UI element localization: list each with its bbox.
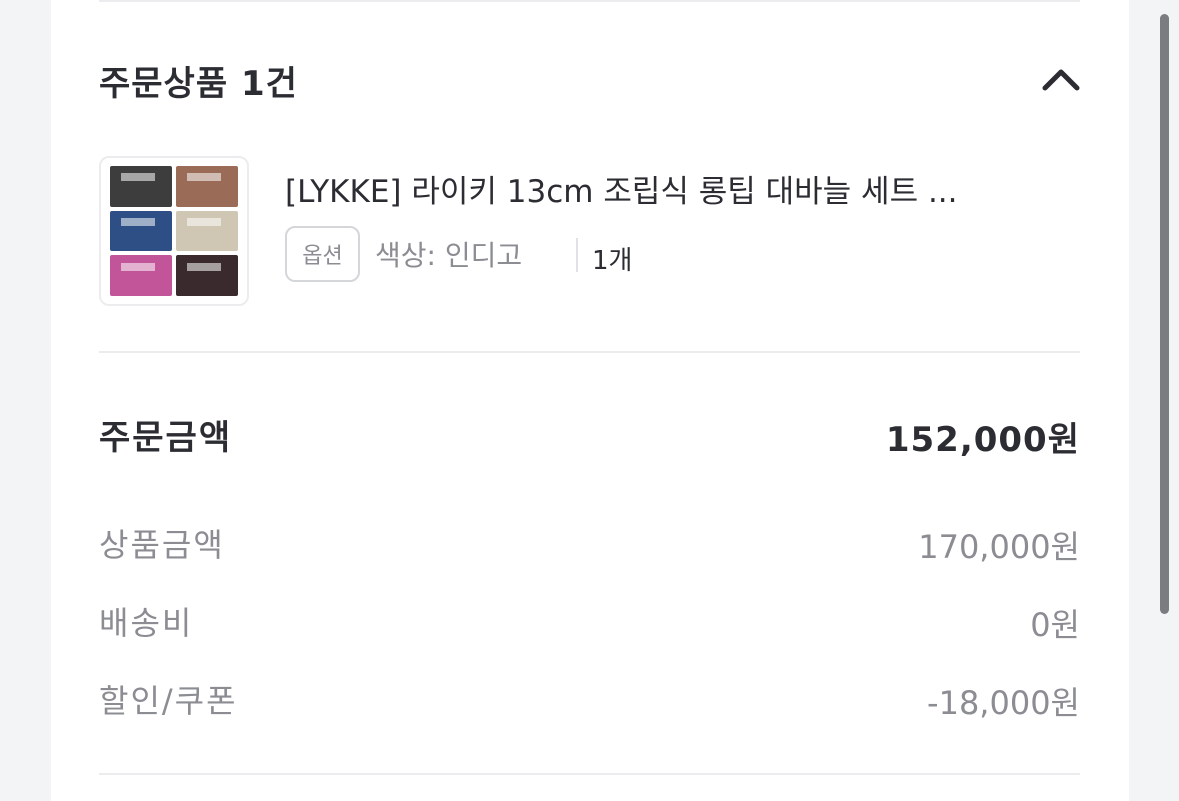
thumbnail-swatch	[110, 210, 172, 252]
order-total-value: 152,000원	[885, 420, 1080, 460]
discount-coupon-label: 할인/쿠폰	[99, 682, 238, 720]
option-separator	[576, 238, 578, 272]
order-total-label: 주문금액	[99, 418, 233, 458]
product-thumbnail[interactable]	[99, 156, 249, 306]
order-summary-card: 주문상품 1건 [LYKKE] 라이키 13cm 조립식 롱팁 대바늘 세트 .…	[51, 0, 1129, 801]
thumbnail-swatch	[110, 166, 172, 207]
product-name[interactable]: [LYKKE] 라이키 13cm 조립식 롱팁 대바늘 세트 ...	[285, 166, 1077, 211]
thumbnail-swatch	[176, 255, 238, 296]
order-items-title: 주문상품 1건	[99, 64, 298, 104]
shipping-fee-label: 배송비	[99, 604, 194, 642]
scrollbar[interactable]	[1160, 14, 1169, 614]
thumbnail-swatch	[176, 210, 238, 252]
chevron-up-icon[interactable]	[1041, 64, 1081, 94]
option-badge: 옵션	[285, 226, 360, 282]
thumbnail-swatch	[110, 255, 172, 296]
shipping-fee-value: 0원	[1030, 606, 1080, 644]
section-divider	[99, 351, 1080, 353]
product-amount-value: 170,000원	[918, 528, 1080, 566]
product-amount-label: 상품금액	[99, 526, 225, 564]
bottom-divider	[99, 773, 1080, 775]
option-quantity: 1개	[592, 246, 633, 276]
thumbnail-swatch	[176, 166, 238, 207]
top-divider	[99, 0, 1080, 2]
discount-coupon-value: -18,000원	[927, 684, 1080, 722]
option-value: 색상: 인디고	[375, 239, 523, 272]
